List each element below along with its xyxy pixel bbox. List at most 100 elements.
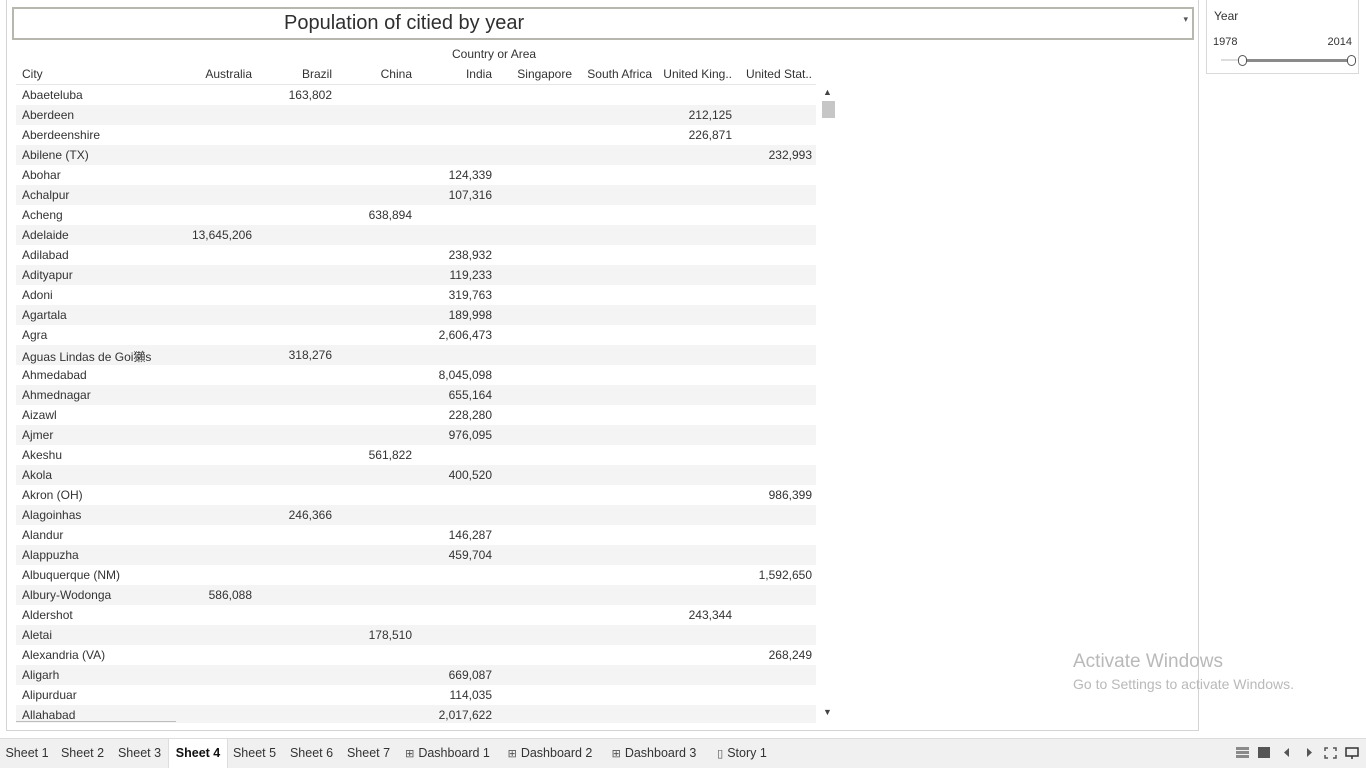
tab-dashboard-1[interactable]: ⊞ Dashboard 1: [397, 739, 498, 768]
scroll-down-icon[interactable]: ▼: [823, 707, 832, 717]
table-row[interactable]: Alandur 146,287: [16, 525, 816, 545]
activation-watermark-title: Activate Windows: [1073, 651, 1223, 672]
column-header-city[interactable]: City: [22, 67, 43, 81]
table-row[interactable]: Ahmednagar 655,164: [16, 385, 816, 405]
cell-city: Akeshu: [22, 448, 63, 462]
dashboard-icon: ⊞: [405, 748, 415, 760]
tab-dashboard-3[interactable]: ⊞ Dashboard 3: [602, 739, 706, 768]
table-row[interactable]: Alipurduar 114,035: [16, 685, 816, 705]
column-header-singapore[interactable]: Singapore: [517, 67, 572, 81]
table-row[interactable]: Adelaide 13,645,206: [16, 225, 816, 245]
cell-india: 2,606,473: [438, 328, 492, 342]
cell-united-kingdom: 212,125: [688, 108, 732, 122]
table-row[interactable]: Abilene (TX) 232,993: [16, 145, 816, 165]
cell-india: 119,233: [449, 268, 493, 282]
filmstrip-icon[interactable]: [1258, 747, 1270, 761]
table-row[interactable]: Abohar 124,339: [16, 165, 816, 185]
fullscreen-icon[interactable]: [1324, 747, 1337, 762]
table-row[interactable]: Aldershot 243,344: [16, 605, 816, 625]
tab-sheet-2[interactable]: Sheet 2: [54, 739, 111, 768]
table-row[interactable]: Adityapur 119,233: [16, 265, 816, 285]
cell-city: Aberdeenshire: [22, 128, 101, 142]
cell-city: Adilabad: [22, 248, 69, 262]
presentation-icon[interactable]: [1345, 747, 1359, 762]
tab-sheet-4[interactable]: Sheet 4: [168, 739, 228, 768]
column-header-china[interactable]: China: [381, 67, 412, 81]
table-row[interactable]: Alappuzha 459,704: [16, 545, 816, 565]
cell-city: Ahmedabad: [22, 368, 87, 382]
cell-city: Adelaide: [22, 228, 69, 242]
table-row[interactable]: Aberdeenshire 226,871: [16, 125, 816, 145]
sheet-tab-bar: Sheet 1 Sheet 2 Sheet 3 Sheet 4 Sheet 5 …: [0, 738, 1366, 768]
cell-united-states: 1,592,650: [758, 568, 812, 582]
activation-watermark-subtitle: Go to Settings to activate Windows.: [1073, 676, 1294, 692]
cell-city: Alipurduar: [22, 688, 77, 702]
table-row[interactable]: Adilabad 238,932: [16, 245, 816, 265]
scroll-up-icon[interactable]: ▲: [823, 87, 832, 97]
cell-india: 669,087: [448, 668, 492, 682]
column-header-india[interactable]: India: [466, 67, 492, 81]
tab-sheet-5[interactable]: Sheet 5: [226, 739, 283, 768]
filter-min-value: 1978: [1213, 36, 1238, 48]
scrollbar-thumb[interactable]: [822, 101, 835, 118]
table-row[interactable]: Acheng 638,894: [16, 205, 816, 225]
table-row[interactable]: Aguas Lindas de Goi獺s 318,276: [16, 345, 816, 365]
column-header-united-kingdom[interactable]: United King..: [663, 67, 732, 81]
tab-dashboard-2[interactable]: ⊞ Dashboard 2: [498, 739, 602, 768]
column-header-united-states[interactable]: United Stat..: [746, 67, 812, 81]
cell-india: 189,998: [448, 308, 492, 322]
cell-city: Albury-Wodonga: [22, 588, 112, 602]
table-row[interactable]: Akola 400,520: [16, 465, 816, 485]
table-row[interactable]: Adoni 319,763: [16, 285, 816, 305]
tab-sheet-3[interactable]: Sheet 3: [111, 739, 168, 768]
table-row[interactable]: Ahmedabad 8,045,098: [16, 365, 816, 385]
table-row[interactable]: Agra 2,606,473: [16, 325, 816, 345]
tab-label: Sheet 5: [232, 746, 277, 760]
table-row[interactable]: Agartala 189,998: [16, 305, 816, 325]
table-row[interactable]: Aligarh 669,087: [16, 665, 816, 685]
table-row[interactable]: Akron (OH) 986,399: [16, 485, 816, 505]
slider-handle-min[interactable]: [1238, 55, 1247, 66]
cell-united-states: 268,249: [768, 648, 812, 662]
cell-city: Alandur: [22, 528, 64, 542]
title-dropdown-icon[interactable]: ▾: [1183, 14, 1188, 25]
table-row[interactable]: Albury-Wodonga 586,088: [16, 585, 816, 605]
table-row[interactable]: Albuquerque (NM) 1,592,650: [16, 565, 816, 585]
table-row[interactable]: Abaeteluba 163,802: [16, 85, 816, 105]
table-row[interactable]: Aberdeen 212,125: [16, 105, 816, 125]
sheet-sorter-icon[interactable]: [1236, 747, 1249, 761]
table-row[interactable]: Achalpur 107,316: [16, 185, 816, 205]
table-row[interactable]: Aizawl 228,280: [16, 405, 816, 425]
column-header-brazil[interactable]: Brazil: [302, 67, 332, 81]
tab-label: Story 1: [727, 746, 767, 760]
tab-label: Dashboard 1: [418, 746, 490, 760]
filter-max-value: 2014: [1327, 36, 1352, 48]
tab-sheet-1[interactable]: Sheet 1: [0, 739, 54, 768]
table-row[interactable]: Alagoinhas 246,366: [16, 505, 816, 525]
previous-sheet-icon[interactable]: [1283, 747, 1291, 761]
column-header-australia[interactable]: Australia: [205, 67, 252, 81]
column-header-south-africa[interactable]: South Africa: [587, 67, 652, 81]
slider-handle-max[interactable]: [1347, 55, 1356, 66]
table-header: City Australia Brazil China India Singap…: [16, 67, 816, 85]
table-row[interactable]: Alexandria (VA) 268,249: [16, 645, 816, 665]
cell-australia: 13,645,206: [191, 228, 252, 242]
slider-range-fill: [1241, 59, 1349, 62]
cell-india: 976,095: [448, 428, 492, 442]
cell-city: Akola: [22, 468, 53, 482]
cell-india: 319,763: [448, 288, 492, 302]
dashboard-icon: ⊞: [611, 748, 621, 760]
story-icon: ▯: [717, 748, 724, 760]
tab-story-1[interactable]: ▯ Story 1: [706, 739, 778, 768]
cell-united-states: 986,399: [768, 488, 812, 502]
table-row[interactable]: Akeshu 561,822: [16, 445, 816, 465]
cell-brazil: 246,366: [288, 508, 332, 522]
vertical-scrollbar[interactable]: ▲ ▼: [819, 85, 836, 721]
next-sheet-icon[interactable]: [1305, 747, 1313, 761]
tab-sheet-6[interactable]: Sheet 6: [283, 739, 340, 768]
cell-india: 459,704: [448, 548, 492, 562]
table-row[interactable]: Ajmer 976,095: [16, 425, 816, 445]
table-row[interactable]: Aletai 178,510: [16, 625, 816, 645]
tab-sheet-7[interactable]: Sheet 7: [340, 739, 397, 768]
cell-brazil: 318,276: [288, 348, 332, 362]
